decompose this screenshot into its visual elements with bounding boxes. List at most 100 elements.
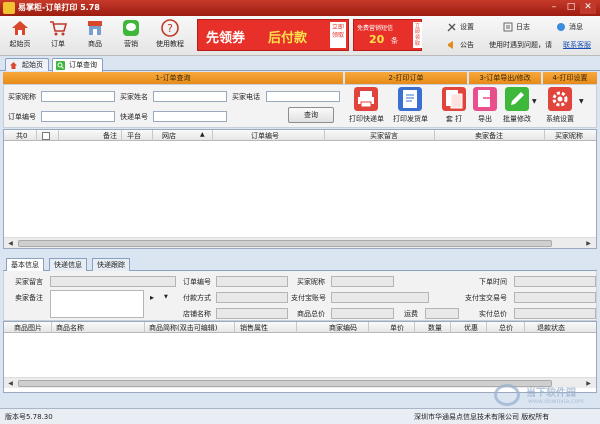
column-header[interactable]: 退款状态 bbox=[537, 323, 565, 333]
flag-icon[interactable]: ▸ bbox=[150, 293, 154, 302]
column-header[interactable]: 商家编码 bbox=[329, 323, 357, 333]
tab-express-tracking[interactable]: 快递跟踪 bbox=[92, 258, 130, 271]
shop-name-field[interactable] bbox=[216, 308, 288, 319]
scroll-thumb[interactable] bbox=[18, 380, 552, 387]
column-header[interactable]: 卖家备注 bbox=[475, 131, 503, 141]
copyright-label: 深圳市华通易点信息技术有限公司 版权所有 bbox=[414, 413, 550, 421]
print-express-button[interactable]: 打印快递单 bbox=[349, 87, 384, 125]
buyer-nick-input[interactable] bbox=[41, 91, 115, 102]
tab-label: 起始页 bbox=[22, 61, 43, 69]
pay-method-field[interactable] bbox=[216, 292, 288, 303]
banner-claim: 立即领取 bbox=[330, 22, 346, 48]
buyer-nick-label: 买家昵称 bbox=[8, 93, 36, 101]
action-label: 导出 bbox=[478, 115, 492, 123]
goods-total-label: 商品总价 bbox=[297, 310, 325, 318]
buyer-phone-label: 买家电话 bbox=[232, 93, 260, 101]
column-header[interactable]: 单价 bbox=[390, 323, 404, 333]
column-header[interactable]: 优惠 bbox=[464, 323, 478, 333]
column-header[interactable]: 网店 bbox=[162, 131, 176, 141]
column-header[interactable]: 订单编号 bbox=[251, 131, 279, 141]
column-header[interactable]: 买家留言 bbox=[370, 131, 398, 141]
column-header[interactable]: 商品名称 bbox=[56, 323, 84, 333]
scroll-left-icon[interactable]: ◀ bbox=[6, 379, 15, 388]
tab-order-query[interactable]: 订单查询 bbox=[52, 58, 103, 72]
order-time-field[interactable] bbox=[514, 276, 596, 287]
actual-total-field[interactable] bbox=[514, 308, 596, 319]
system-settings-button[interactable]: 系统设置 bbox=[543, 87, 577, 125]
column-header[interactable]: 商品简称(双击可编辑) bbox=[149, 323, 217, 333]
status-bar: 版本号5.78.30 深圳市华通易点信息技术有限公司 版权所有 bbox=[0, 408, 600, 424]
scroll-thumb[interactable] bbox=[18, 240, 552, 247]
toolbar-start-page[interactable]: 起始页 bbox=[5, 16, 35, 56]
tab-start-page[interactable]: 起始页 bbox=[5, 58, 49, 71]
settings-link[interactable]: 设置 bbox=[447, 22, 474, 32]
toolbar-orders[interactable]: 订单 bbox=[43, 16, 73, 56]
express-no-label: 快递单号 bbox=[120, 113, 148, 121]
tab-express-info[interactable]: 快递信息 bbox=[49, 258, 87, 271]
banner-text-highlight: 后付款 bbox=[268, 31, 308, 46]
close-button[interactable]: ✕ bbox=[580, 2, 596, 14]
log-link[interactable]: 日志 bbox=[503, 22, 530, 32]
column-header[interactable]: 买家昵称 bbox=[555, 131, 583, 141]
maximize-button[interactable]: □ bbox=[563, 2, 579, 14]
scroll-right-icon[interactable]: ▶ bbox=[584, 239, 593, 248]
notice-label: 公告 bbox=[460, 41, 474, 49]
buyer-phone-input[interactable] bbox=[266, 91, 340, 102]
scroll-left-icon[interactable]: ◀ bbox=[6, 239, 15, 248]
buyer-name-input[interactable] bbox=[153, 91, 227, 102]
seller-note-field[interactable] bbox=[50, 290, 144, 318]
message-label: 消息 bbox=[569, 23, 583, 31]
detail-buyer-nick-field[interactable] bbox=[331, 276, 394, 287]
settings-dropdown-icon[interactable]: ▼ bbox=[579, 98, 584, 105]
column-header[interactable]: 平台 bbox=[127, 131, 141, 141]
megaphone-icon bbox=[448, 41, 453, 49]
printer-icon bbox=[354, 87, 378, 111]
export-button[interactable]: 导出 bbox=[468, 87, 502, 125]
message-link[interactable]: 消息 bbox=[556, 22, 583, 32]
toolbar-marketing[interactable]: 营销 bbox=[116, 16, 146, 56]
express-no-input[interactable] bbox=[153, 111, 227, 122]
column-header[interactable]: 商品图片 bbox=[14, 323, 42, 333]
sort-arrow-icon: ▲ bbox=[200, 131, 205, 138]
alipay-account-field[interactable] bbox=[331, 292, 429, 303]
contact-service-link[interactable]: 联系客服 bbox=[563, 40, 591, 50]
actual-total-label: 实付总价 bbox=[479, 310, 507, 318]
goods-total-field[interactable] bbox=[331, 308, 394, 319]
title-bar: 易掌柜-订单打印 5.78 – □ ✕ bbox=[0, 0, 600, 16]
toolbar-label: 起始页 bbox=[9, 40, 31, 48]
action-label: 打印发货单 bbox=[393, 115, 428, 123]
print-both-button[interactable]: 套 打 bbox=[437, 87, 471, 125]
detail-order-no-field[interactable] bbox=[216, 276, 288, 287]
toolbar-goods[interactable]: 商品 bbox=[80, 16, 110, 56]
order-no-input[interactable] bbox=[41, 111, 115, 122]
cart-icon bbox=[50, 21, 67, 36]
action-label: 批量修改 bbox=[503, 115, 531, 123]
help-icon: ? bbox=[161, 19, 179, 37]
batch-edit-dropdown-icon[interactable]: ▼ bbox=[532, 98, 537, 105]
store-icon bbox=[88, 21, 102, 35]
alipay-trade-field[interactable] bbox=[514, 292, 596, 303]
sms-banner[interactable]: 免费营销短信 20 条 立即领取 bbox=[353, 19, 422, 51]
shipping-field[interactable] bbox=[425, 308, 459, 319]
notice-link[interactable]: 公告 bbox=[447, 40, 474, 50]
page-tabs: 起始页 订单查询 bbox=[0, 57, 600, 72]
toolbar-tutorial[interactable]: ? 使用教程 bbox=[152, 16, 188, 56]
version-label: 版本号5.78.30 bbox=[5, 413, 53, 421]
buyer-msg-field[interactable] bbox=[50, 276, 176, 287]
orders-horizontal-scrollbar[interactable]: ◀ ▶ bbox=[4, 237, 596, 248]
print-invoice-button[interactable]: 打印发货单 bbox=[393, 87, 428, 125]
column-header[interactable]: 数量 bbox=[428, 323, 442, 333]
search-icon bbox=[56, 61, 65, 70]
batch-edit-button[interactable]: 批量修改 bbox=[500, 87, 534, 125]
column-header[interactable]: 总价 bbox=[499, 323, 513, 333]
section-query: 1-订单查询 bbox=[3, 72, 343, 84]
select-all-checkbox[interactable] bbox=[42, 132, 50, 140]
tab-basic-info[interactable]: 基本信息 bbox=[6, 258, 44, 271]
minimize-button[interactable]: – bbox=[546, 2, 562, 14]
column-header[interactable]: 备注 bbox=[103, 131, 117, 141]
query-button[interactable]: 查询 bbox=[288, 107, 334, 123]
action-label: 系统设置 bbox=[546, 115, 574, 123]
coupon-banner[interactable]: 先领券 后付款 立即领取 bbox=[197, 19, 349, 51]
column-header[interactable]: 销售属性 bbox=[240, 323, 268, 333]
flag-dropdown-icon[interactable]: ▼ bbox=[164, 294, 168, 300]
